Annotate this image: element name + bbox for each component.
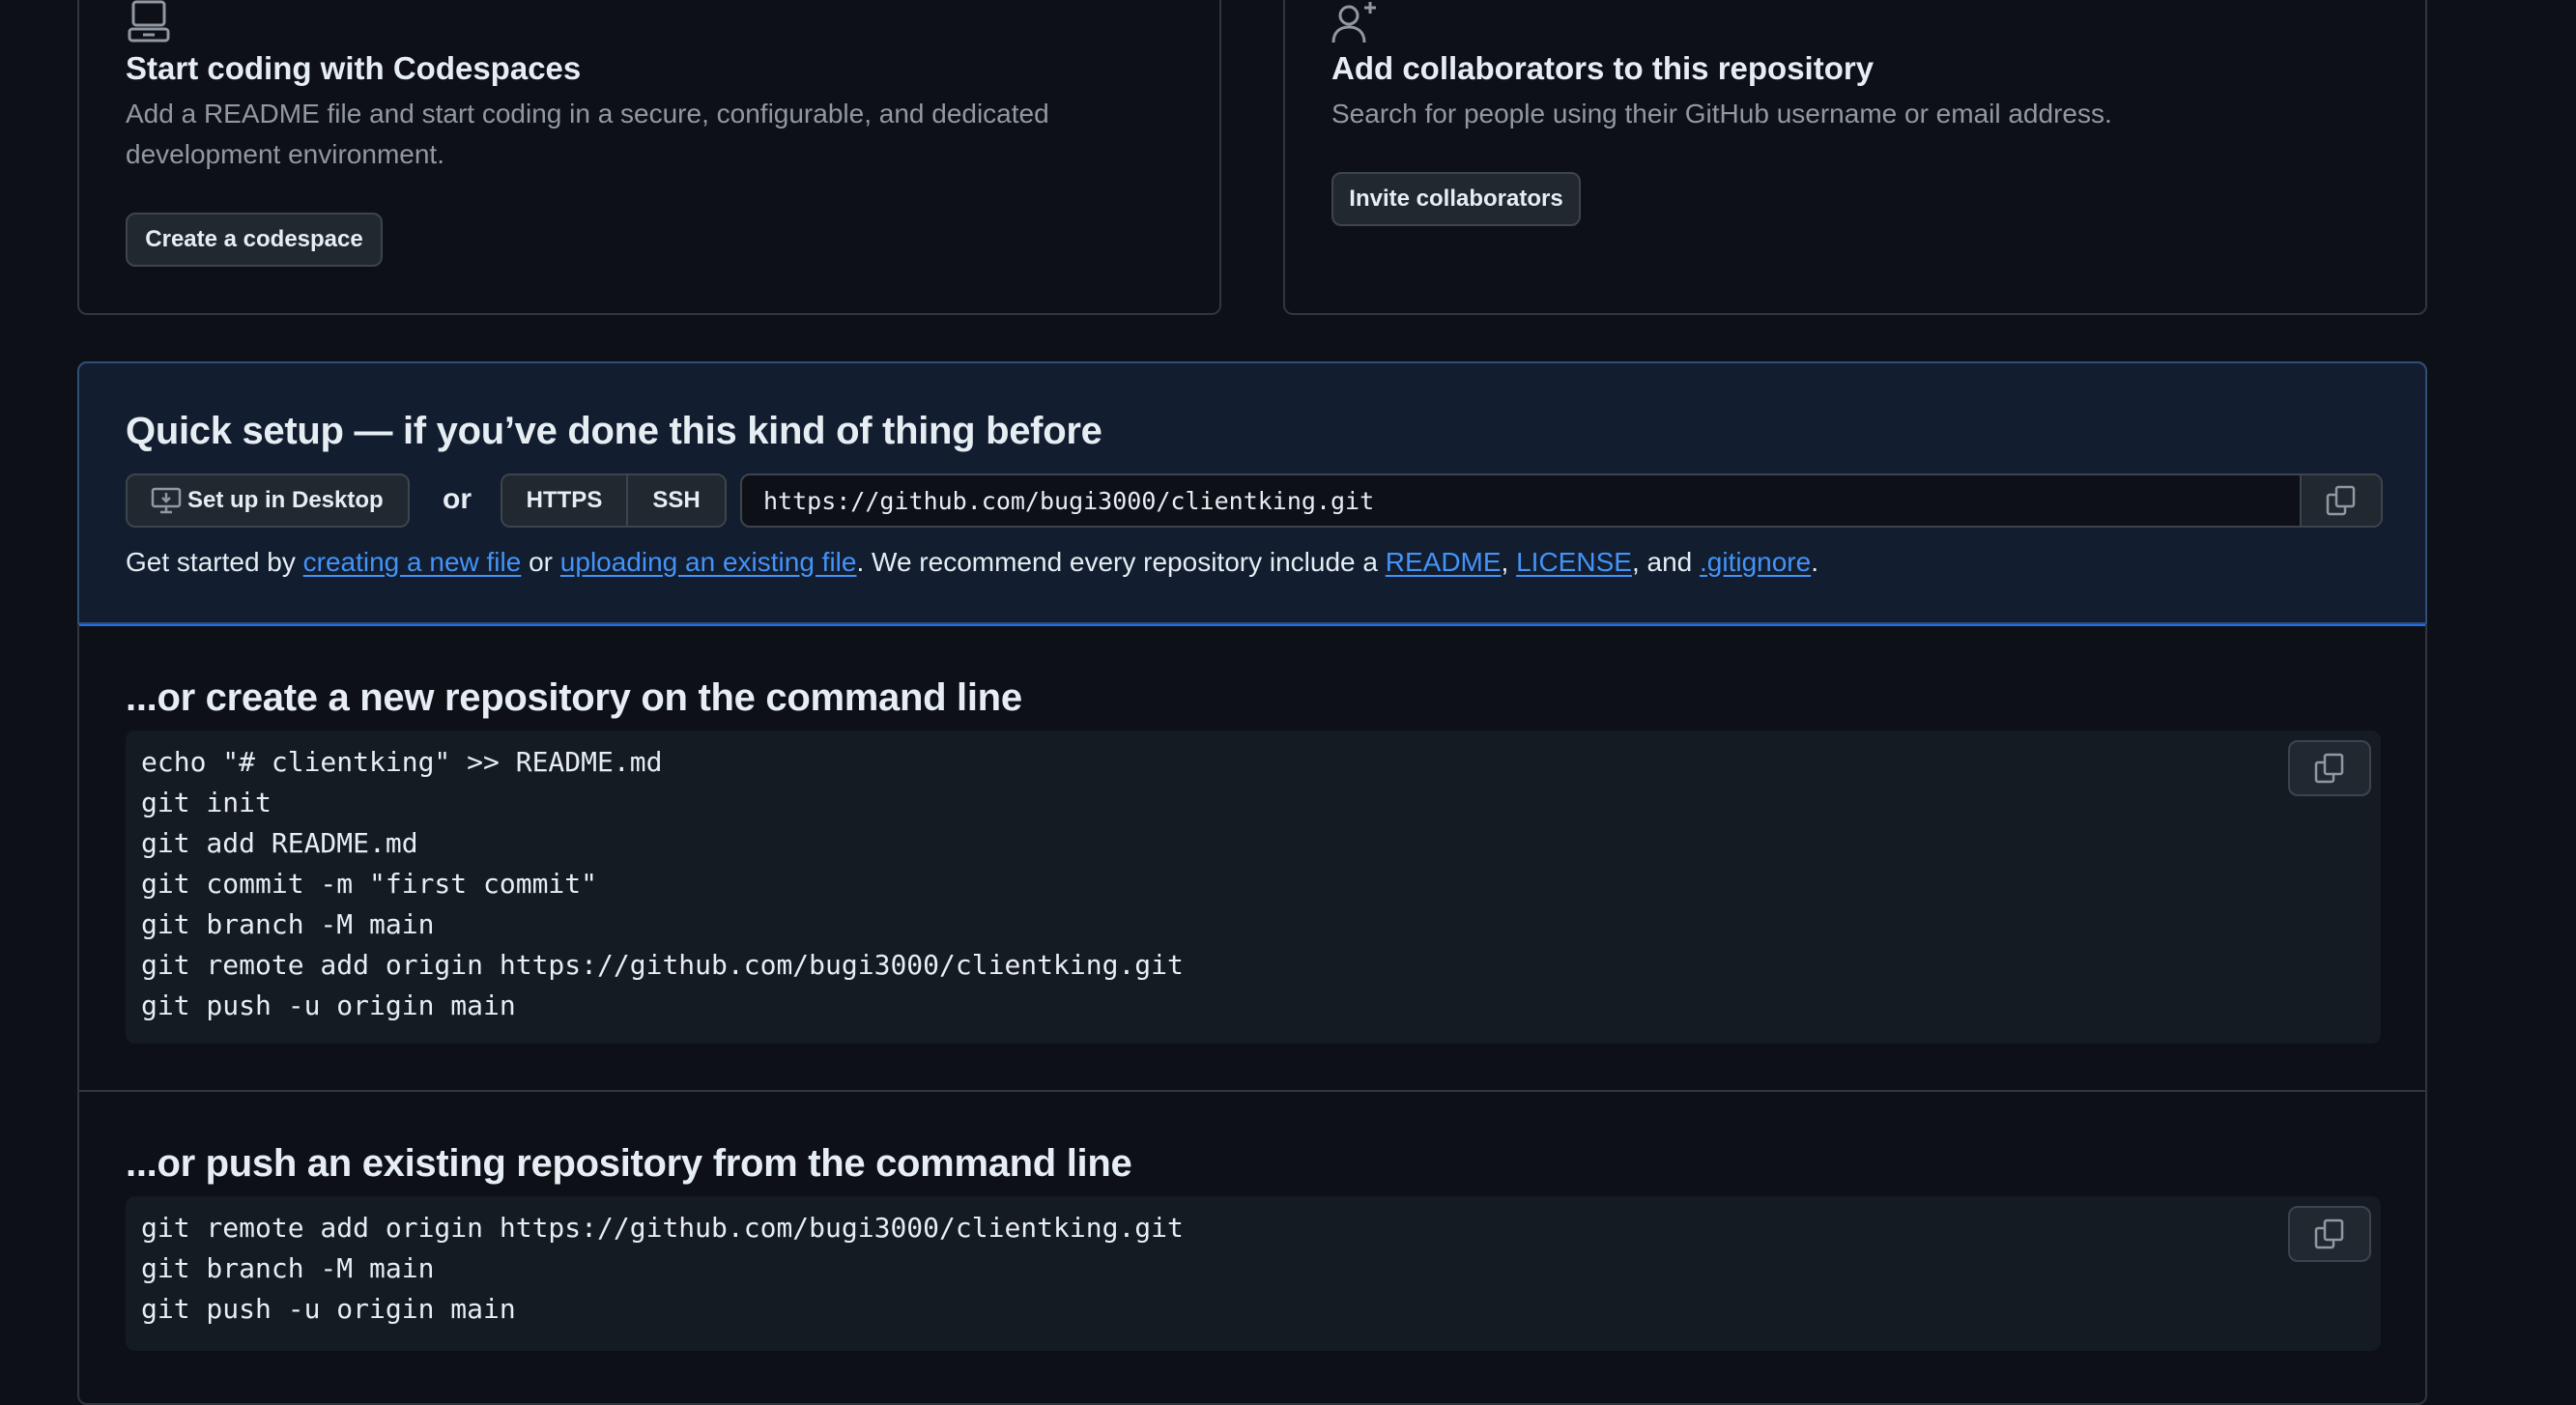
codespaces-title: Start coding with Codespaces	[126, 50, 582, 86]
code-line: git remote add origin https://github.com…	[141, 1212, 1184, 1244]
copy-push-existing-button[interactable]	[2288, 1206, 2371, 1262]
setup-desktop-label: Set up in Desktop	[187, 487, 384, 513]
gitignore-link[interactable]: .gitignore	[1700, 547, 1811, 577]
sep-comma-1: ,	[1501, 547, 1517, 577]
uploading-existing-file-link[interactable]: uploading an existing file	[560, 547, 857, 577]
setup-panel: Quick setup — if you’ve done this kind o…	[77, 361, 2427, 1405]
new-repo-title: ...or create a new repository on the com…	[126, 676, 1022, 719]
copy-icon	[2314, 1219, 2344, 1249]
collaborators-title: Add collaborators to this repository	[1331, 50, 1875, 86]
license-link[interactable]: LICENSE	[1516, 547, 1632, 577]
protocol-toggle: HTTPS SSH	[501, 473, 727, 528]
push-existing-title: ...or push an existing repository from t…	[126, 1142, 1132, 1185]
get-started-suffix: .	[1811, 547, 1818, 577]
copy-icon	[2326, 485, 2356, 516]
code-line: git add README.md	[141, 827, 418, 859]
code-line: echo "# clientking" >> README.md	[141, 746, 663, 778]
copy-url-button[interactable]	[2300, 475, 2381, 526]
readme-link[interactable]: README	[1386, 547, 1502, 577]
get-started-or: or	[521, 547, 560, 577]
get-started-text: Get started by creating a new file or up…	[126, 547, 1818, 578]
setup-desktop-button[interactable]: Set up in Desktop	[126, 473, 410, 528]
ssh-button[interactable]: SSH	[628, 475, 725, 526]
code-line: git branch -M main	[141, 908, 435, 940]
code-line: git commit -m "first commit"	[141, 868, 598, 900]
code-line: git push -u origin main	[141, 1293, 516, 1325]
clone-url-field[interactable]: https://github.com/bugi3000/clientking.g…	[740, 473, 2383, 528]
push-existing-code-block[interactable]: git remote add origin https://github.com…	[126, 1196, 2381, 1351]
code-line: git push -u origin main	[141, 989, 516, 1021]
copy-icon	[2314, 753, 2344, 784]
new-repo-code-block[interactable]: echo "# clientking" >> README.md git ini…	[126, 731, 2381, 1044]
laptop-icon	[128, 0, 170, 43]
sep-and: , and	[1631, 547, 1700, 577]
get-started-prefix: Get started by	[126, 547, 303, 577]
codespaces-description: Add a README file and start coding in a …	[126, 99, 1049, 169]
https-button[interactable]: HTTPS	[502, 475, 628, 526]
collaborators-card: Add collaborators to this repository Sea…	[1283, 0, 2427, 315]
code-line: git branch -M main	[141, 1252, 435, 1284]
or-separator: or	[443, 483, 472, 515]
desktop-download-icon	[151, 487, 182, 514]
get-started-recommend: . We recommend every repository include …	[856, 547, 1386, 577]
copy-new-repo-button[interactable]	[2288, 740, 2371, 796]
person-add-icon	[1331, 2, 1376, 43]
quick-setup-title: Quick setup — if you’ve done this kind o…	[126, 410, 1102, 452]
code-line: git remote add origin https://github.com…	[141, 949, 1184, 981]
section-divider	[79, 1090, 2425, 1092]
code-line: git init	[141, 787, 272, 818]
creating-new-file-link[interactable]: creating a new file	[303, 547, 522, 577]
codespaces-card: Start coding with Codespaces Add a READM…	[77, 0, 1221, 315]
quick-setup-section: Quick setup — if you’ve done this kind o…	[79, 363, 2425, 626]
clone-url-text: https://github.com/bugi3000/clientking.g…	[763, 486, 1375, 515]
create-codespace-button[interactable]: Create a codespace	[126, 213, 383, 267]
collaborators-description: Search for people using their GitHub use…	[1331, 99, 2112, 129]
invite-collaborators-button[interactable]: Invite collaborators	[1331, 172, 1581, 226]
